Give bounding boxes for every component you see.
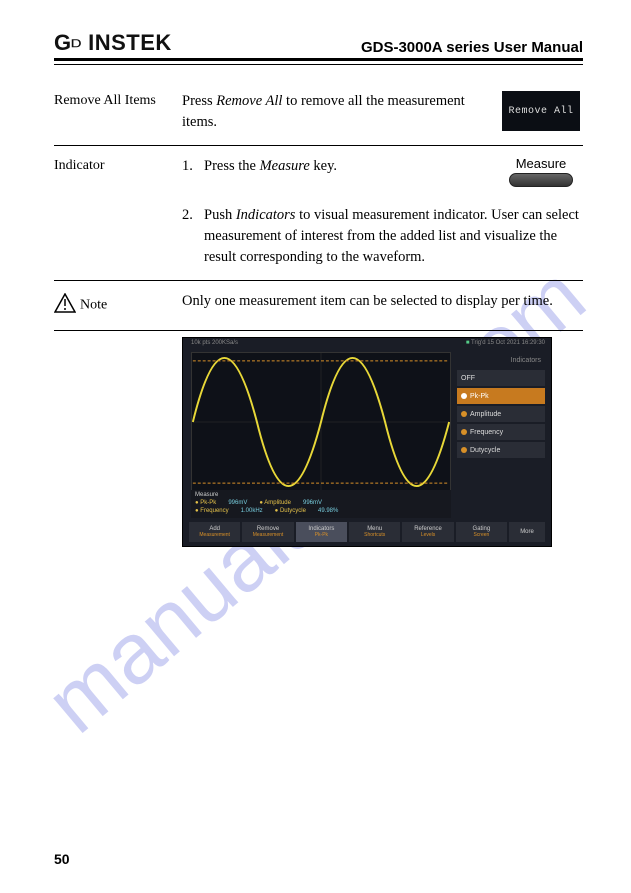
remove-all-text: Press Remove All to remove all the measu… xyxy=(182,91,499,133)
warning-icon xyxy=(54,293,76,318)
header-rule xyxy=(54,61,583,65)
text: Pk-Pk xyxy=(315,533,328,539)
sine-wave-icon xyxy=(192,353,450,491)
indicator-side-panel: Indicators OFF Pk-Pk Amplitude Frequency… xyxy=(457,352,545,458)
measure-key-icon xyxy=(509,173,573,187)
readout-val: 996mV xyxy=(303,500,322,508)
menu-add[interactable]: AddMeasurement xyxy=(189,522,240,542)
panel-item-frequency[interactable]: Frequency xyxy=(457,424,545,440)
menu-gating[interactable]: GatingScreen xyxy=(456,522,507,542)
page-header: G⫐ GW INSTEKINSTEK GDS-3000A series User… xyxy=(54,30,583,61)
text: Frequency xyxy=(200,508,228,514)
readout-val: 1.00kHz xyxy=(241,508,263,516)
scope-bottom-menu: AddMeasurement RemoveMeasurement Indicat… xyxy=(189,522,545,542)
text: Press the xyxy=(204,158,260,174)
measurement-readout: Measure ● Pk-Pk 996mV ● Amplitude 996mV … xyxy=(191,490,451,518)
menu-more[interactable]: More xyxy=(509,522,545,542)
text: Shortcuts xyxy=(364,533,385,539)
readout-val: 49.98% xyxy=(318,508,338,516)
remove-all-button[interactable]: Remove All xyxy=(502,91,580,131)
text: Pk-Pk xyxy=(470,393,489,400)
page-number: 50 xyxy=(54,851,70,867)
divider xyxy=(54,145,583,146)
note-text: Only one measurement item can be selecte… xyxy=(182,291,583,312)
text: Measurement xyxy=(199,533,230,539)
text-em: Indicators xyxy=(236,207,296,223)
text-em: Remove All xyxy=(216,93,282,109)
page-content: G⫐ GW INSTEKINSTEK GDS-3000A series User… xyxy=(0,0,631,577)
text: Dutycycle xyxy=(280,508,306,514)
menu-remove[interactable]: RemoveMeasurement xyxy=(242,522,293,542)
text: Dutycycle xyxy=(470,447,500,454)
menu-reference[interactable]: ReferenceLevels xyxy=(402,522,453,542)
panel-item-amplitude[interactable]: Amplitude xyxy=(457,406,545,422)
text: Levels xyxy=(421,533,435,539)
menu-indicators[interactable]: IndicatorsPk-Pk xyxy=(296,522,347,542)
step-2: 2. Push Indicators to visual measurement… xyxy=(182,205,583,268)
text: Amplitude xyxy=(264,500,291,506)
remove-all-section: Remove All Items Press Remove All to rem… xyxy=(54,83,583,143)
text: Frequency xyxy=(470,429,503,436)
panel-item-off[interactable]: OFF xyxy=(457,370,545,386)
menu-shortcuts[interactable]: MenuShortcuts xyxy=(349,522,400,542)
measure-key[interactable]: Measure xyxy=(502,156,580,187)
step-2-text: Push Indicators to visual measurement in… xyxy=(204,205,583,268)
text: Amplitude xyxy=(470,411,501,418)
indicator-step2: 2. Push Indicators to visual measurement… xyxy=(54,197,583,278)
scope-status-bar: 10k pts 200KSa/s ■ Trig'd 15 Oct 2021 16… xyxy=(191,340,545,350)
remove-all-label: Remove All Items xyxy=(54,91,182,109)
text: Pk-Pk xyxy=(200,500,216,506)
text: Measurement xyxy=(253,533,284,539)
brand-logo: G⫐ GW INSTEKINSTEK xyxy=(54,30,172,56)
indicator-label: Indicator xyxy=(54,156,182,174)
text: key. xyxy=(310,158,337,174)
step-number: 2. xyxy=(182,205,196,226)
readout-title: Measure xyxy=(195,492,447,500)
divider xyxy=(54,330,583,331)
panel-item-dutycycle[interactable]: Dutycycle xyxy=(457,442,545,458)
step-1: 1. Press the Measure key. xyxy=(182,156,491,177)
note-label: Note xyxy=(80,298,107,313)
step-1-text: Press the Measure key. xyxy=(204,156,337,177)
text-em: Measure xyxy=(260,158,310,174)
text: Press xyxy=(182,93,216,109)
note-section: Note Only one measurement item can be se… xyxy=(54,283,583,328)
text: Push xyxy=(204,207,236,223)
status-right: ■ Trig'd 15 Oct 2021 16:29:30 xyxy=(466,340,545,350)
divider xyxy=(54,280,583,281)
side-header: Indicators xyxy=(457,352,545,368)
text: Screen xyxy=(473,533,489,539)
waveform-area xyxy=(191,352,451,492)
text: Trig'd 15 Oct 2021 16:29:30 xyxy=(471,340,545,346)
status-left: 10k pts 200KSa/s xyxy=(191,340,238,350)
readout-val: 996mV xyxy=(228,500,247,508)
note-label-col: Note xyxy=(54,291,182,318)
panel-item-pkpk[interactable]: Pk-Pk xyxy=(457,388,545,404)
oscilloscope-screenshot: 10k pts 200KSa/s ■ Trig'd 15 Oct 2021 16… xyxy=(182,337,552,547)
indicator-section: Indicator 1. Press the Measure key. Meas… xyxy=(54,148,583,197)
manual-title: GDS-3000A series User Manual xyxy=(361,39,583,56)
measure-key-label: Measure xyxy=(502,156,580,171)
step-number: 1. xyxy=(182,156,196,177)
